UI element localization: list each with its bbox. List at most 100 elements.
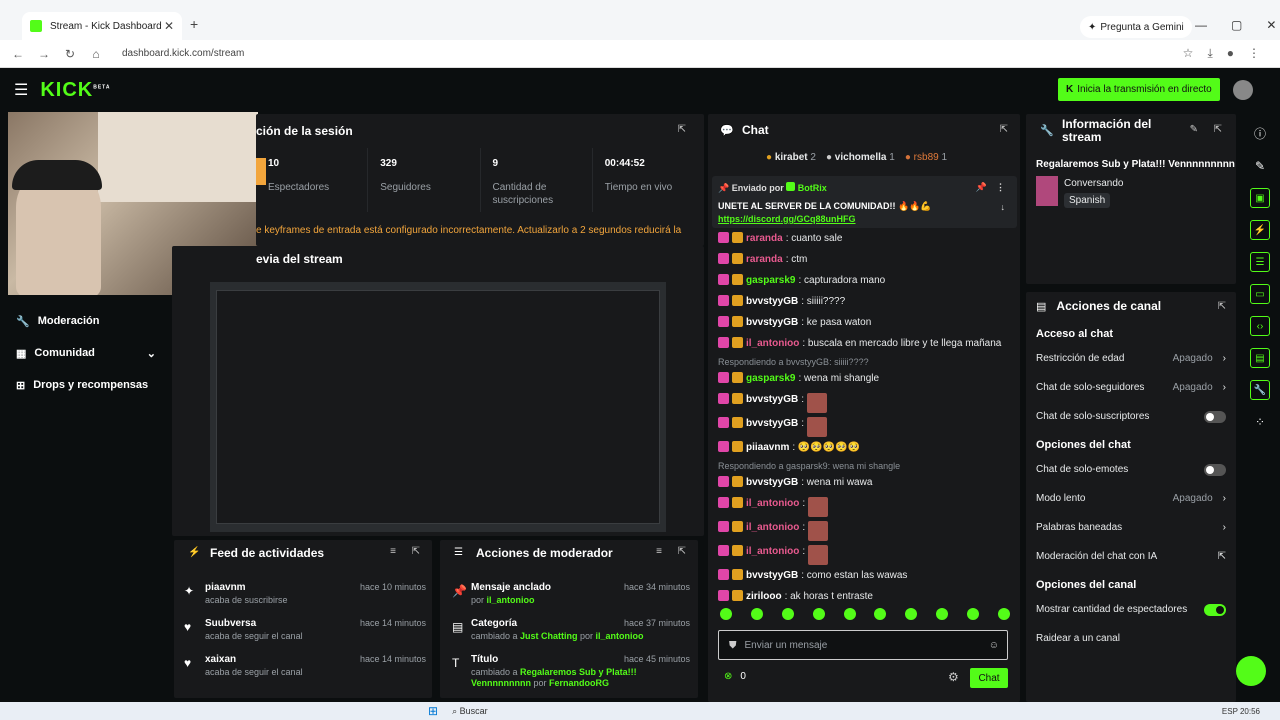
filter-icon[interactable]: ≡ (390, 546, 396, 557)
chat-username[interactable]: bvvstyyGB (746, 393, 798, 406)
collapse-arrow-icon[interactable]: ↓ (1001, 202, 1006, 212)
more-options-icon[interactable]: ⋮ (996, 182, 1005, 193)
minimize-button[interactable]: — (1195, 18, 1207, 32)
chat-username[interactable]: bvvstyyGB (746, 417, 798, 430)
emoji-icon[interactable]: ☺ (989, 640, 999, 651)
chat-username[interactable]: zirilooo (746, 590, 782, 603)
hamburger-menu-icon[interactable]: ☰ (14, 80, 28, 100)
edit-icon[interactable]: ✎ (1190, 124, 1198, 135)
chat-username[interactable]: piiaavnm (746, 441, 789, 454)
expand-icon[interactable]: ⇱ (412, 546, 420, 557)
chat-username[interactable]: raranda (746, 253, 783, 266)
gifter-entry[interactable]: ● rsb89 1 (905, 152, 947, 163)
setting-row[interactable]: Chat de solo-emotes (1026, 455, 1236, 484)
panel-video-icon[interactable]: ▣ (1250, 188, 1270, 208)
close-window-button[interactable]: ✕ (1266, 18, 1276, 32)
emote-icon[interactable] (750, 608, 763, 620)
chat-username[interactable]: raranda (746, 232, 783, 245)
taskbar-search[interactable]: ⌕ Buscar (452, 706, 488, 717)
chat-send-button[interactable]: Chat (970, 668, 1008, 688)
filter-icon[interactable]: ≡ (656, 546, 662, 557)
kick-logo[interactable]: KICKBETA (40, 79, 110, 102)
detail-user[interactable]: il_antonioo (487, 595, 535, 605)
pinned-sender[interactable]: BotRix (798, 183, 827, 193)
chat-username[interactable]: il_antonioo (746, 497, 799, 510)
toggle-switch[interactable] (1204, 603, 1226, 616)
bookmark-icon[interactable]: ☆ (1183, 46, 1194, 61)
emote-icon[interactable] (812, 608, 825, 620)
setting-row[interactable]: Chat de solo-seguidores Apagado › (1026, 373, 1236, 402)
setting-row[interactable]: Modo lento Apagado › (1026, 484, 1236, 513)
setting-row[interactable]: Moderación del chat con IA ⇱ (1026, 542, 1236, 571)
sidebar-item-community[interactable]: ▦ Comunidad ⌄ (0, 337, 170, 369)
emote-icon[interactable] (874, 608, 887, 620)
expand-icon[interactable]: ⇱ (1214, 124, 1222, 135)
chat-username[interactable]: il_antonioo (746, 521, 799, 534)
emote-icon[interactable] (936, 608, 949, 620)
panel-list-icon[interactable]: ☰ (1250, 252, 1270, 272)
go-live-button[interactable]: K Inicia la transmisión en directo (1058, 78, 1220, 101)
expand-icon[interactable]: ⇱ (1218, 301, 1226, 312)
emote-icon[interactable] (781, 608, 794, 620)
maximize-button[interactable]: ▢ (1231, 18, 1242, 32)
setting-row[interactable]: Restricción de edad Apagado › (1026, 344, 1236, 373)
reload-icon[interactable]: ↻ (62, 47, 78, 61)
gifter-entry[interactable]: ● vichomella 1 (826, 152, 895, 163)
windows-start-icon[interactable]: ⊞ (428, 704, 438, 718)
expand-icon[interactable]: ⇱ (1000, 124, 1008, 135)
chat-username[interactable]: gasparsk9 (746, 372, 795, 385)
chat-username[interactable]: bvvstyyGB (746, 295, 798, 308)
info-icon[interactable]: ⓘ (1250, 124, 1270, 144)
profile-icon[interactable]: ● (1227, 46, 1234, 61)
setting-row[interactable]: Mostrar cantidad de espectadores (1026, 595, 1236, 624)
reply-context[interactable]: Respondiendo a bvvstyyGB: siiiii???? (718, 354, 1018, 368)
panel-chat-icon[interactable]: ▭ (1250, 284, 1270, 304)
emote-icon[interactable] (720, 608, 732, 620)
setting-row[interactable]: Chat de solo-suscriptores (1026, 402, 1236, 431)
chat-input[interactable]: ⛊ Enviar un mensaje ☺ (718, 630, 1008, 660)
chat-username[interactable]: bvvstyyGB (746, 316, 798, 329)
menu-icon[interactable]: ⋮ (1248, 46, 1260, 61)
user-avatar[interactable] (1233, 80, 1253, 100)
gemini-button[interactable]: ✦ Pregunta a Gemini (1080, 16, 1192, 38)
sidebar-item-drops[interactable]: ⊞ Drops y recompensas (0, 369, 170, 401)
detail-user[interactable]: il_antonioo (596, 631, 644, 641)
chat-username[interactable]: gasparsk9 (746, 274, 795, 287)
toggle-switch[interactable] (1204, 463, 1226, 476)
panel-wrench-icon[interactable]: 🔧 (1250, 380, 1270, 400)
more-icon[interactable]: ⁘ (1250, 412, 1270, 432)
new-tab-button[interactable]: + (190, 16, 198, 32)
download-icon[interactable]: ⤓ (1207, 46, 1212, 61)
home-icon[interactable]: ⌂ (88, 47, 104, 61)
browser-tab[interactable]: Stream - Kick Dashboard ✕ (22, 12, 182, 40)
panel-layout-icon[interactable]: ▤ (1250, 348, 1270, 368)
setting-row[interactable]: Raidear a un canal (1026, 624, 1236, 653)
gifter-entry[interactable]: ● kirabet 2 (766, 152, 816, 163)
expand-icon[interactable]: ⇱ (678, 124, 686, 135)
back-icon[interactable]: ← (10, 47, 26, 61)
chat-username[interactable]: bvvstyyGB (746, 476, 798, 489)
channel-points[interactable]: ⊗ 0 (724, 671, 746, 682)
chat-username[interactable]: il_antonioo (746, 337, 799, 350)
close-tab-icon[interactable]: ✕ (164, 19, 174, 33)
toggle-switch[interactable] (1204, 410, 1226, 423)
chat-settings-icon[interactable]: ⚙ (948, 670, 959, 684)
emote-icon[interactable] (967, 608, 979, 620)
sidebar-item-moderation[interactable]: 🔧 Moderación (0, 305, 170, 337)
unpin-icon[interactable]: 📌 (976, 182, 987, 193)
forward-icon[interactable]: → (36, 47, 52, 61)
setting-row[interactable]: Palabras baneadas › (1026, 513, 1236, 542)
panel-bolt-icon[interactable]: ⚡ (1250, 220, 1270, 240)
chat-username[interactable]: il_antonioo (746, 545, 799, 558)
chat-username[interactable]: bvvstyyGB (746, 569, 798, 582)
panel-code-icon[interactable]: ‹› (1250, 316, 1270, 336)
support-button[interactable] (1236, 656, 1266, 686)
url-text[interactable]: dashboard.kick.com/stream (122, 48, 244, 59)
pinned-link[interactable]: https://discord.gg/GCq88unHFG (718, 213, 1011, 226)
category-name[interactable]: Conversando (1064, 178, 1123, 189)
emote-icon[interactable] (997, 608, 1010, 620)
expand-icon[interactable]: ⇱ (678, 546, 686, 557)
emote-icon[interactable] (905, 608, 918, 620)
reply-context[interactable]: Respondiendo a gasparsk9: wena mi shangl… (718, 458, 1018, 472)
edit-icon[interactable]: ✎ (1250, 156, 1270, 176)
